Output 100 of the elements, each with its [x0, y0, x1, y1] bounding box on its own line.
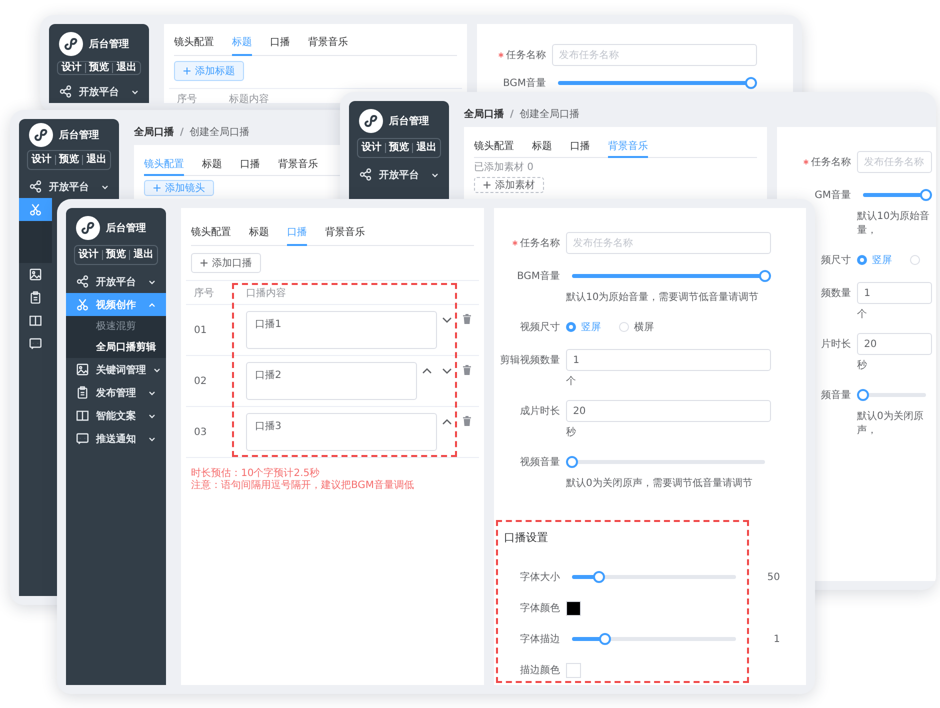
share-icon [59, 85, 72, 98]
text-area[interactable]: 口播1 [246, 311, 437, 349]
field-label: 频音量 [821, 388, 851, 402]
menu-item[interactable]: 开放平台 [66, 270, 166, 293]
tab[interactable]: 标题 [202, 153, 222, 176]
header-link[interactable]: 退出 [82, 155, 110, 165]
clipboard-icon [76, 386, 89, 399]
tab[interactable]: 口播 [270, 30, 290, 56]
share-icon [29, 180, 42, 193]
menu-item[interactable]: 开放平台 [349, 163, 449, 186]
row-index: 03 [194, 427, 208, 438]
input-field[interactable]: 发布任务名称 [552, 44, 757, 66]
trash-icon[interactable] [461, 313, 473, 325]
header-link[interactable]: 预览 [102, 250, 130, 260]
chat-icon [76, 432, 89, 445]
tab[interactable]: 口播 [240, 153, 260, 176]
header-link[interactable]: 退出 [112, 63, 140, 73]
header-link[interactable]: 设计 [358, 143, 385, 153]
menu-item[interactable]: 开放平台 [49, 80, 149, 103]
header-link[interactable]: 预览 [384, 143, 412, 153]
slider-thumb[interactable] [566, 456, 578, 468]
tab[interactable]: 镜头配置 [474, 135, 514, 158]
breadcrumb-current: 创建全局口播 [520, 108, 580, 121]
hint-text: 默认0为关闭原声，需要调节低音量请调节 [566, 477, 754, 491]
tab[interactable]: 背景音乐 [325, 220, 365, 246]
app-title: 后台管理 [106, 222, 146, 235]
submenu-item[interactable]: 极速混剪 [66, 316, 166, 337]
menu-item[interactable]: 智能文案 [66, 404, 166, 427]
menu-item[interactable]: 关键词管理 [66, 358, 166, 381]
tab[interactable]: 背景音乐 [308, 30, 348, 56]
breadcrumb-separator: / [510, 108, 514, 120]
header-link[interactable]: 设计 [58, 63, 85, 73]
text-area[interactable]: 口播3 [246, 413, 437, 451]
slider-thumb[interactable] [857, 389, 869, 401]
trash-icon[interactable] [461, 364, 473, 376]
header-link[interactable]: 退出 [412, 143, 440, 153]
warning-note: 时长预估：10个字预计2.5秒 [191, 468, 321, 480]
input-field[interactable]: 1 [857, 282, 932, 304]
column-header: 标题内容 [229, 92, 270, 106]
slider-thumb[interactable] [745, 77, 757, 89]
field-label: 描边颜色 [520, 664, 560, 677]
radio-option[interactable]: 横屏 [619, 320, 654, 334]
submenu-item[interactable]: 全局口播剪辑 [66, 337, 166, 358]
color-swatch[interactable] [566, 662, 581, 678]
menu-item[interactable]: 推送通知 [66, 427, 166, 450]
slider-value: 1 [772, 634, 780, 644]
input-field[interactable]: 20 [857, 333, 932, 355]
chevron-down-icon [148, 278, 156, 286]
field-label: 视频尺寸 [520, 320, 560, 334]
tab[interactable]: 标题 [249, 220, 269, 246]
plus-icon [200, 259, 208, 267]
clipboard-icon [29, 291, 42, 304]
trash-icon[interactable] [461, 415, 473, 427]
slider-value: 50 [766, 572, 780, 582]
header-link[interactable]: 退出 [129, 250, 158, 260]
field-label: 任务名称 [811, 156, 851, 169]
hint-text: 默认10为原始音量，需要调节低音量请调节 [566, 291, 760, 305]
menu-item[interactable]: 开放平台 [19, 175, 119, 198]
column-header: 序号 [177, 92, 198, 106]
scissors-icon [76, 298, 89, 311]
logo-icon [359, 109, 383, 133]
tab[interactable]: 镜头配置 [191, 220, 231, 246]
tab[interactable]: 镜头配置 [174, 30, 214, 56]
field-label: 字体描边 [520, 632, 560, 646]
slider-thumb[interactable] [759, 270, 771, 282]
input-field[interactable]: 20 [566, 400, 771, 422]
hint-text: 默认10为原始音量， [857, 210, 931, 238]
input-field[interactable]: 1 [566, 349, 771, 371]
input-field[interactable]: 发布任务名称 [566, 232, 771, 254]
slider-thumb[interactable] [593, 571, 606, 583]
app-title: 后台管理 [389, 114, 429, 128]
row-index: 02 [194, 376, 208, 387]
header-link[interactable]: 预览 [84, 63, 112, 73]
book-icon [76, 409, 89, 422]
plus-icon [183, 67, 191, 75]
breadcrumb-link[interactable]: 全局口播 [464, 107, 504, 121]
share-icon [359, 168, 372, 181]
radio-button[interactable] [566, 322, 576, 332]
radio-button[interactable] [857, 255, 867, 265]
field-label: 任务名称 [520, 237, 560, 250]
add-button[interactable]: 添加素材 [474, 177, 544, 193]
chevron-up-icon [148, 300, 156, 308]
field-label: 剪辑视频数量 [500, 354, 560, 367]
add-button[interactable]: 添加口播 [191, 253, 261, 273]
menu-item[interactable]: 发布管理 [66, 381, 166, 404]
tab[interactable]: 口播 [570, 135, 590, 158]
header-link[interactable]: 预览 [54, 155, 82, 165]
chevron-down-icon [148, 388, 156, 396]
slider-thumb[interactable] [920, 189, 932, 201]
color-swatch[interactable] [566, 600, 581, 616]
tab[interactable]: 标题 [532, 135, 552, 158]
input-field[interactable]: 发布任务名称 [857, 151, 932, 173]
header-link[interactable]: 设计 [28, 155, 55, 165]
tab[interactable]: 背景音乐 [278, 153, 318, 176]
slider-thumb[interactable] [598, 633, 611, 645]
row-index: 01 [194, 325, 208, 336]
text-area[interactable]: 口播2 [246, 362, 417, 400]
share-icon [76, 275, 89, 288]
breadcrumb-link[interactable]: 全局口播 [134, 125, 174, 139]
header-link[interactable]: 设计 [75, 250, 102, 260]
